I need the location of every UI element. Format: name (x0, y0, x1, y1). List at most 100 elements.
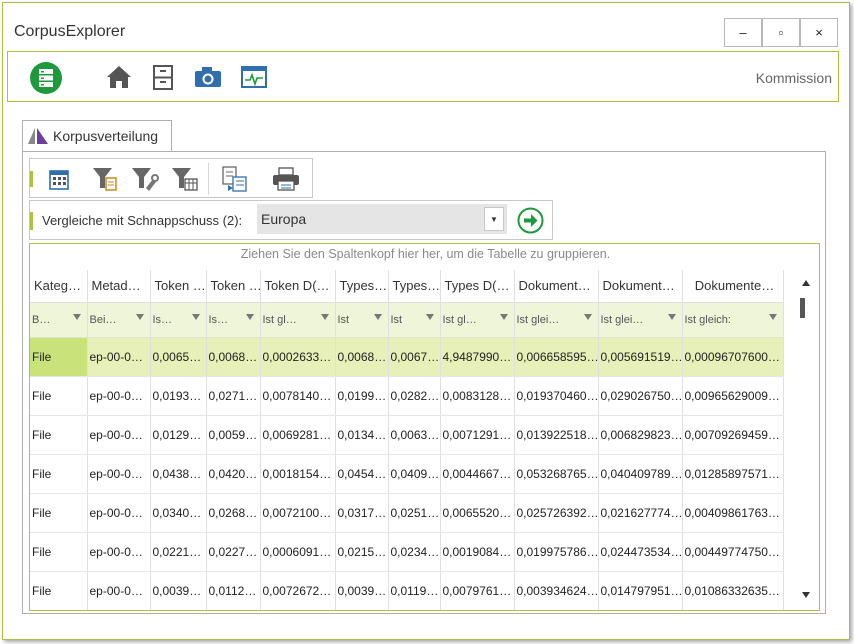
table-cell[interactable]: 0,003934624… (514, 571, 599, 610)
table-cell[interactable]: 0,0420… (206, 454, 261, 494)
column-header[interactable]: Token … (150, 270, 207, 303)
table-cell[interactable]: 0,005691519… (598, 337, 683, 377)
data-grid[interactable]: Ziehen Sie den Spaltenkopf hier her, um … (29, 243, 820, 611)
vertical-scrollbar[interactable] (797, 274, 817, 604)
filter-icon[interactable] (320, 313, 329, 320)
table-cell[interactable]: 0,0072672… (260, 571, 336, 610)
snapshot-select[interactable]: Europa ▼ (257, 204, 507, 234)
filter-cell[interactable]: Ist (388, 302, 441, 338)
table-cell[interactable]: 0,01285897571… (682, 454, 784, 494)
column-header[interactable]: Dokument… (514, 270, 599, 303)
table-cell[interactable]: 0,0068… (206, 337, 261, 377)
filter-cell[interactable]: Ist gl… (440, 302, 515, 338)
table-cell[interactable]: 0,00709269459… (682, 415, 784, 455)
filter-tool-icon[interactable] (131, 166, 159, 192)
table-cell[interactable]: 0,040409789… (598, 454, 683, 494)
table-cell[interactable]: 0,053268765… (514, 454, 599, 494)
table-cell[interactable]: 0,0072100… (260, 493, 336, 533)
table-cell[interactable]: ep-00-0… (87, 337, 151, 377)
table-cell[interactable]: 0,019975786… (514, 532, 599, 572)
scroll-thumb[interactable] (800, 298, 805, 318)
filter-icon[interactable] (135, 313, 144, 320)
table-cell[interactable]: 0,0065520… (440, 493, 515, 533)
filter-cell[interactable]: Bei… (87, 302, 151, 338)
table-cell[interactable]: File (30, 493, 88, 533)
table-cell[interactable]: 0,0059… (206, 415, 261, 455)
column-header[interactable]: Dokument… (598, 270, 683, 303)
table-row[interactable]: File ep-00-0… 0,0340… 0,0268… 0,0072100… 0,03… (30, 493, 784, 533)
scroll-down-icon[interactable] (802, 592, 810, 598)
scroll-up-icon[interactable] (802, 280, 810, 286)
table-row[interactable]: File ep-00-0… 0,0193… 0,0271… 0,0078140… 0,01… (30, 376, 784, 416)
table-cell[interactable]: 0,0134… (335, 415, 389, 455)
filter-icon[interactable] (191, 313, 200, 320)
table-cell[interactable]: 0,0019084… (440, 532, 515, 572)
maximize-button[interactable]: ▫ (762, 18, 800, 47)
filter-cell[interactable]: Is… (206, 302, 261, 338)
chevron-down-icon[interactable]: ▼ (484, 207, 504, 231)
table-cell[interactable]: 0,0215… (335, 532, 389, 572)
table-cell[interactable]: 0,024473534… (598, 532, 683, 572)
table-cell[interactable]: 0,0234… (388, 532, 441, 572)
table-cell[interactable]: 0,0039… (335, 571, 389, 610)
column-header[interactable]: Types… (335, 270, 389, 303)
table-cell[interactable]: 0,0317… (335, 493, 389, 533)
table-row[interactable]: File ep-00-0… 0,0065… 0,0068… 0,0002633… 0,00… (30, 337, 784, 377)
table-cell[interactable]: 0,0018154… (260, 454, 336, 494)
filter-cell[interactable]: Is… (150, 302, 207, 338)
table-cell[interactable]: 0,00409861763… (682, 493, 784, 533)
table-cell[interactable]: 0,014797951… (598, 571, 683, 610)
print-icon[interactable] (272, 167, 300, 191)
table-cell[interactable]: 0,0002633… (260, 337, 336, 377)
table-cell[interactable]: 0,0409… (388, 454, 441, 494)
filter-cell[interactable]: Ist gleich: (682, 302, 784, 338)
minimize-button[interactable]: ‒ (724, 18, 762, 47)
table-cell[interactable]: 0,0044667… (440, 454, 515, 494)
table-cell[interactable]: 0,0068… (335, 337, 389, 377)
table-cell[interactable]: File (30, 337, 88, 377)
filter-note-icon[interactable] (92, 166, 118, 192)
filter-cell[interactable]: B… (30, 302, 88, 338)
table-row[interactable]: File ep-00-0… 0,0039… 0,0112… 0,0072672… 0,00… (30, 571, 784, 610)
table-cell[interactable]: ep-00-0… (87, 376, 151, 416)
filter-icon[interactable] (667, 313, 676, 320)
filter-cell[interactable]: Ist glei… (514, 302, 599, 338)
filter-icon[interactable] (425, 313, 434, 320)
close-button[interactable]: × (800, 18, 838, 47)
table-cell[interactable]: 0,0065… (150, 337, 207, 377)
table-cell[interactable]: 0,021627774… (598, 493, 683, 533)
table-cell[interactable]: ep-00-0… (87, 454, 151, 494)
table-cell[interactable]: 0,0129… (150, 415, 207, 455)
table-row[interactable]: File ep-00-0… 0,0438… 0,0420… 0,0018154… 0,04… (30, 454, 784, 494)
table-row[interactable]: File ep-00-0… 0,0221… 0,0227… 0,0006091… 0,02… (30, 532, 784, 572)
filter-icon[interactable] (583, 313, 592, 320)
column-header[interactable]: Dokumente… (682, 270, 784, 303)
camera-icon[interactable] (194, 66, 222, 88)
table-cell[interactable]: 0,0119… (388, 571, 441, 610)
table-cell[interactable]: 0,0193… (150, 376, 207, 416)
table-cell[interactable]: 0,00965629009… (682, 376, 784, 416)
table-cell[interactable]: 0,0063… (388, 415, 441, 455)
table-cell[interactable]: 0,0438… (150, 454, 207, 494)
table-cell[interactable]: File (30, 532, 88, 572)
table-cell[interactable]: 0,0199… (335, 376, 389, 416)
table-cell[interactable]: File (30, 454, 88, 494)
calendar-grid-icon[interactable] (49, 168, 69, 190)
table-cell[interactable]: 0,0221… (150, 532, 207, 572)
table-cell[interactable]: File (30, 376, 88, 416)
filter-cell[interactable]: Ist gl… (260, 302, 336, 338)
table-cell[interactable]: 0,0282… (388, 376, 441, 416)
table-cell[interactable]: 0,025726392… (514, 493, 599, 533)
table-cell[interactable]: ep-00-0… (87, 415, 151, 455)
column-header[interactable]: Types… (388, 270, 441, 303)
column-header[interactable]: Metad… (87, 270, 151, 303)
table-cell[interactable]: 0,0078140… (260, 376, 336, 416)
table-cell[interactable]: File (30, 571, 88, 610)
monitor-icon[interactable] (241, 66, 267, 88)
table-cell[interactable]: ep-00-0… (87, 571, 151, 610)
table-cell[interactable]: 0,0006091… (260, 532, 336, 572)
filter-table-icon[interactable] (171, 166, 199, 192)
column-header[interactable]: Token … (206, 270, 261, 303)
table-cell[interactable]: 0,029026750… (598, 376, 683, 416)
column-header[interactable]: Token D(… (260, 270, 336, 303)
